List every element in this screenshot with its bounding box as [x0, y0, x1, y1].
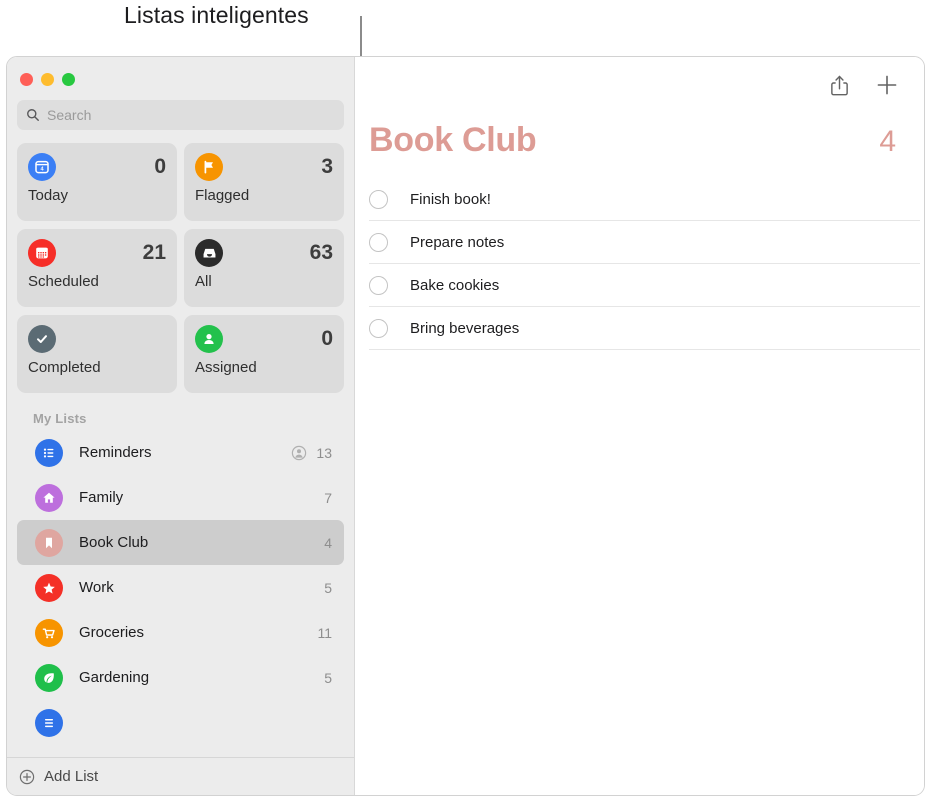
- reminders-window: Search 4 0 Today 3 Flagged 21 Scheduled …: [6, 56, 925, 796]
- cart-icon: [35, 618, 63, 647]
- smart-list-count: 3: [321, 155, 333, 178]
- smart-lists-grid: 4 0 Today 3 Flagged 21 Scheduled 63 All …: [7, 130, 354, 393]
- smart-list-count: 0: [154, 155, 166, 178]
- list-item-count: 11: [317, 624, 332, 641]
- checkmark-icon: [28, 325, 56, 353]
- reminder-checkbox[interactable]: [369, 232, 388, 252]
- calendar-day-icon: 4: [28, 153, 56, 181]
- plus-circle-icon: [19, 769, 35, 784]
- list-item-meta: 13: [291, 445, 332, 461]
- my-lists: Reminders 13 Family 7 Book Club 4 Work 5…: [7, 430, 354, 757]
- list-item-meta: 7: [316, 490, 332, 506]
- reminder-row[interactable]: Bake cookies: [369, 264, 920, 307]
- bookmark-icon: [35, 528, 63, 557]
- reminder-text: Prepare notes: [410, 233, 505, 251]
- list-item-name: Family: [79, 489, 124, 506]
- list-item[interactable]: Reminders 13: [17, 430, 344, 475]
- add-list-button[interactable]: Add List: [7, 757, 354, 795]
- search-input[interactable]: Search: [17, 100, 344, 130]
- smart-list-label: Flagged: [195, 187, 250, 204]
- smart-list-assigned[interactable]: 0 Assigned: [184, 315, 344, 393]
- list-item-count: 5: [324, 579, 332, 596]
- tray-icon: [195, 239, 223, 267]
- add-list-label: Add List: [44, 768, 99, 785]
- smart-list-flagged[interactable]: 3 Flagged: [184, 143, 344, 221]
- smart-list-all[interactable]: 63 All: [184, 229, 344, 307]
- reminder-checkbox[interactable]: [369, 318, 388, 338]
- list-item[interactable]: Family 7: [17, 475, 344, 520]
- star-icon: [35, 573, 63, 602]
- list-item-count: 4: [324, 534, 332, 551]
- person-icon: [195, 325, 223, 353]
- reminders-list: Finish book! Prepare notes Bake cookies …: [355, 178, 924, 350]
- minimize-button[interactable]: [41, 73, 54, 86]
- smart-list-label: Scheduled: [28, 273, 99, 290]
- main-toolbar: [355, 57, 924, 113]
- smart-list-count: 63: [309, 241, 333, 264]
- list-item-meta: 11: [316, 625, 332, 641]
- list-item-name: Work: [79, 579, 114, 596]
- smart-list-label: Today: [28, 187, 69, 204]
- page-title: Book Club: [369, 121, 537, 159]
- list-item-name: Groceries: [79, 624, 145, 641]
- shared-person-icon: [291, 445, 307, 460]
- smart-list-count: 21: [142, 241, 166, 264]
- search-icon: [27, 109, 39, 121]
- list-item-meta: 4: [316, 535, 332, 551]
- house-icon: [35, 483, 63, 512]
- list-item-meta: 5: [316, 670, 332, 686]
- close-button[interactable]: [20, 73, 33, 86]
- list-item-meta: 5: [316, 580, 332, 596]
- reminder-checkbox[interactable]: [369, 275, 388, 295]
- smart-list-label: Completed: [28, 359, 101, 376]
- my-lists-header: My Lists: [33, 411, 87, 426]
- callout-label: Listas inteligentes: [124, 2, 309, 28]
- list-item-partial[interactable]: [17, 700, 344, 745]
- main-panel: Book Club 4 Finish book! Prepare notes B…: [355, 57, 924, 795]
- reminder-row[interactable]: Prepare notes: [369, 221, 920, 264]
- smart-list-label: All: [195, 273, 212, 290]
- reminder-row[interactable]: Bring beverages: [369, 307, 920, 350]
- search-container: Search: [7, 86, 354, 130]
- list-item-name: Gardening: [79, 669, 150, 686]
- reminder-row[interactable]: Finish book!: [369, 178, 920, 221]
- window-controls: [7, 57, 354, 86]
- list-item-count: 13: [316, 444, 332, 461]
- smart-list-label: Assigned: [195, 359, 257, 376]
- list-item-count: 5: [324, 669, 332, 686]
- reminder-text: Bring beverages: [410, 319, 520, 337]
- plus-icon[interactable]: [876, 74, 898, 96]
- leaf-icon: [35, 663, 63, 692]
- zoom-button[interactable]: [62, 73, 75, 86]
- reminder-text: Bake cookies: [410, 276, 500, 294]
- calendar-icon: [28, 239, 56, 267]
- svg-text:4: 4: [40, 167, 44, 173]
- list-item-count: 7: [324, 489, 332, 506]
- reminder-checkbox[interactable]: [369, 189, 388, 209]
- flag-icon: [195, 153, 223, 181]
- list-item[interactable]: Gardening 5: [17, 655, 344, 700]
- list-count: 4: [879, 125, 896, 158]
- smart-list-completed[interactable]: Completed: [17, 315, 177, 393]
- list-item-name: Reminders: [79, 444, 152, 461]
- smart-list-today[interactable]: 4 0 Today: [17, 143, 177, 221]
- list-item-name: Book Club: [79, 534, 149, 551]
- list-item-book-club[interactable]: Book Club 4: [17, 520, 344, 565]
- share-icon[interactable]: [829, 74, 850, 97]
- reminder-text: Finish book!: [410, 190, 491, 208]
- list-item[interactable]: Groceries 11: [17, 610, 344, 655]
- list-header: Book Club 4: [355, 113, 924, 160]
- list-item[interactable]: Work 5: [17, 565, 344, 610]
- smart-list-scheduled[interactable]: 21 Scheduled: [17, 229, 177, 307]
- sidebar: Search 4 0 Today 3 Flagged 21 Scheduled …: [7, 57, 355, 795]
- search-placeholder: Search: [47, 107, 92, 123]
- bulleted-list-icon: [35, 438, 63, 467]
- smart-list-count: 0: [321, 327, 333, 350]
- list-icon: [35, 708, 63, 737]
